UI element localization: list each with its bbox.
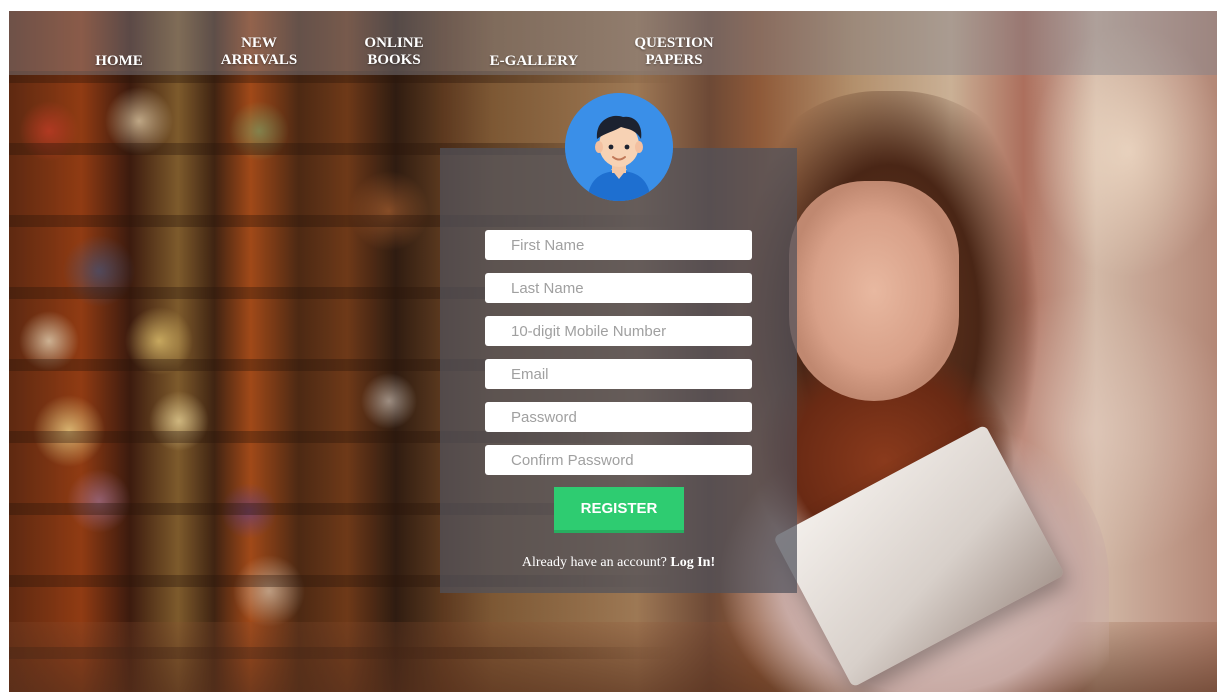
- top-navigation: HOME NEW ARRIVALS ONLINE BOOKS E-GALLERY…: [9, 11, 1217, 75]
- nav-online-books[interactable]: ONLINE BOOKS: [349, 35, 439, 69]
- mobile-number-field[interactable]: [485, 316, 752, 346]
- last-name-field[interactable]: [485, 273, 752, 303]
- nav-home-label: HOME: [95, 53, 143, 69]
- nav-new-arrivals-label-1: NEW: [241, 35, 277, 51]
- password-field[interactable]: [485, 402, 752, 432]
- nav-e-gallery-label: E-GALLERY: [489, 53, 579, 69]
- nav-question-papers-label-2: PAPERS: [645, 52, 703, 68]
- register-button[interactable]: REGISTER: [554, 487, 684, 533]
- nav-new-arrivals[interactable]: NEW ARRIVALS: [204, 35, 314, 69]
- login-prompt: Already have an account? Log In!: [440, 555, 797, 571]
- nav-e-gallery[interactable]: E-GALLERY: [474, 53, 594, 70]
- nav-online-books-label-2: BOOKS: [367, 52, 421, 68]
- email-field[interactable]: [485, 359, 752, 389]
- nav-question-papers[interactable]: QUESTION PAPERS: [614, 35, 734, 69]
- nav-new-arrivals-label-2: ARRIVALS: [220, 52, 298, 68]
- confirm-password-field[interactable]: [485, 445, 752, 475]
- nav-question-papers-label-1: QUESTION: [634, 35, 714, 51]
- first-name-field[interactable]: [485, 230, 752, 260]
- user-avatar-icon: [565, 93, 673, 201]
- page-frame: HOME NEW ARRIVALS ONLINE BOOKS E-GALLERY…: [9, 11, 1217, 692]
- nav-home[interactable]: HOME: [79, 53, 159, 70]
- nav-online-books-label-1: ONLINE: [364, 35, 424, 51]
- login-link[interactable]: Log In!: [670, 555, 715, 570]
- login-prompt-text: Already have an account?: [521, 555, 667, 570]
